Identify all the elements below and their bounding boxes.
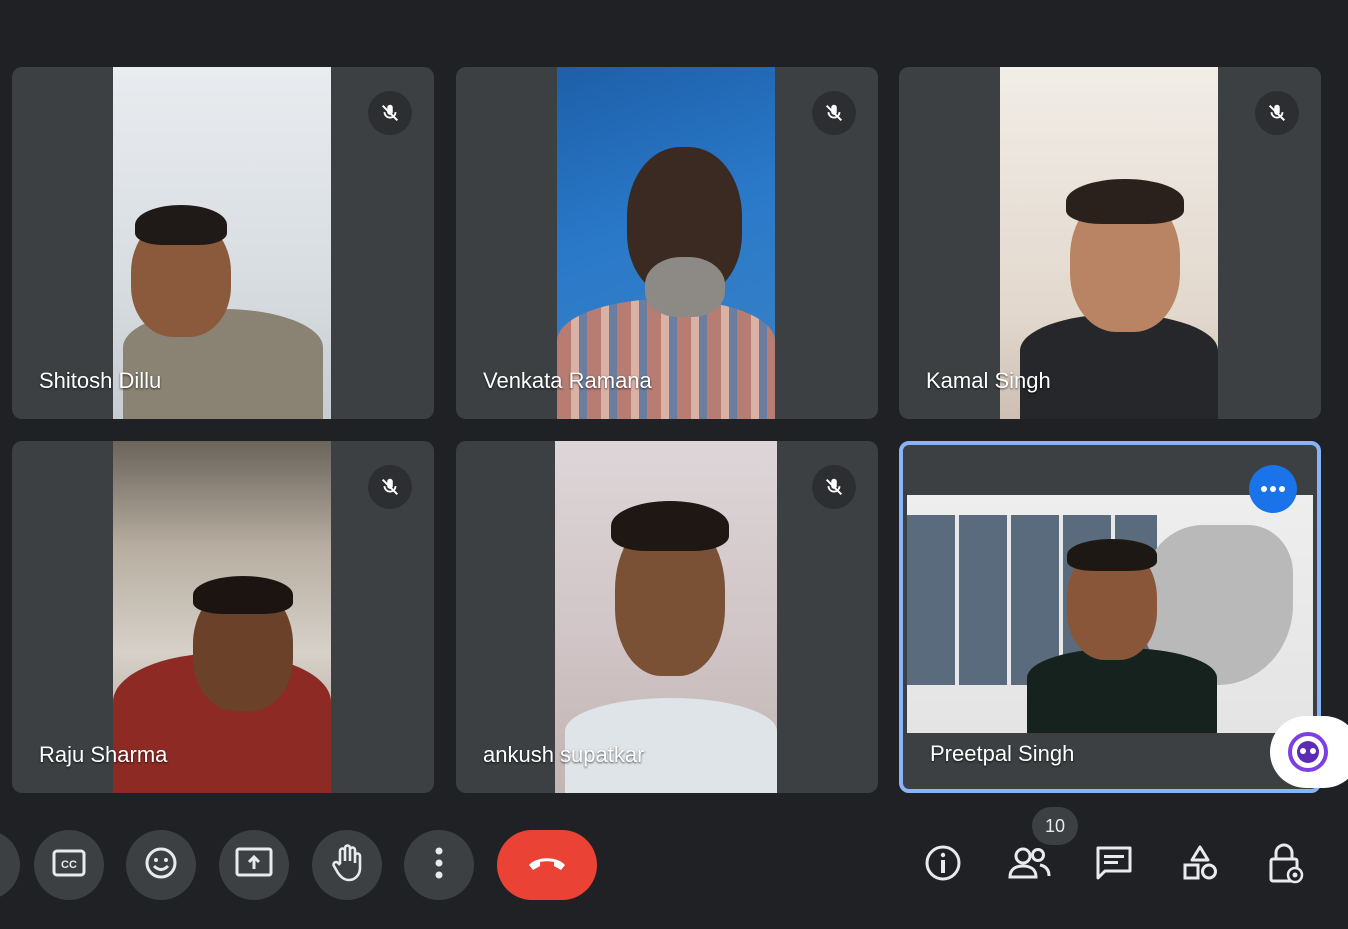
participant-video [907,495,1313,733]
people-button[interactable] [1004,840,1054,890]
chat-button[interactable] [1089,840,1139,890]
participant-tile-active[interactable]: Preetpal Singh [899,441,1321,793]
participant-video [557,67,775,419]
more-vert-icon [435,847,443,884]
people-icon [1007,845,1051,886]
more-options-button[interactable] [404,830,474,900]
participant-name: ankush supatkar [483,742,645,767]
participant-name: Raju Sharma [39,742,168,767]
participant-video [113,441,331,793]
partial-control-button[interactable] [0,830,20,900]
participant-tile[interactable]: ankush supatkar [456,441,878,793]
activities-icon [1181,844,1219,887]
mic-off-icon [812,465,856,509]
participant-tile[interactable]: Raju Sharma [12,441,434,793]
emoji-icon [144,846,178,885]
chat-icon [1095,845,1133,886]
raise-hand-icon [331,843,363,887]
participant-name: Venkata Ramana [483,368,652,393]
participant-name: Kamal Singh [926,368,1051,393]
activities-button[interactable] [1175,840,1225,890]
captions-button[interactable]: CC [34,830,104,900]
svg-text:CC: CC [61,859,77,871]
companion-bubble-icon[interactable] [1270,716,1348,788]
participant-name: Preetpal Singh [930,741,1075,766]
host-controls-icon [1267,842,1305,889]
mic-off-icon [368,465,412,509]
participant-video [113,67,331,419]
participant-tile[interactable]: Venkata Ramana [456,67,878,419]
participant-tile[interactable]: Kamal Singh [899,67,1321,419]
call-end-icon [525,853,569,878]
mic-off-icon [368,91,412,135]
participant-tile[interactable]: Shitosh Dillu [12,67,434,419]
mic-off-icon [812,91,856,135]
present-screen-icon [235,847,273,884]
info-icon [924,844,962,887]
closed-captions-icon: CC [52,849,86,882]
end-call-button[interactable] [497,830,597,900]
present-button[interactable] [219,830,289,900]
mic-off-icon [1255,91,1299,135]
meeting-details-button[interactable] [918,840,968,890]
raise-hand-button[interactable] [312,830,382,900]
participant-name: Shitosh Dillu [39,368,162,393]
participant-video [1000,67,1218,419]
more-options-icon[interactable] [1249,465,1297,513]
emoji-button[interactable] [126,830,196,900]
host-controls-button[interactable] [1261,840,1311,890]
participant-video [555,441,777,793]
